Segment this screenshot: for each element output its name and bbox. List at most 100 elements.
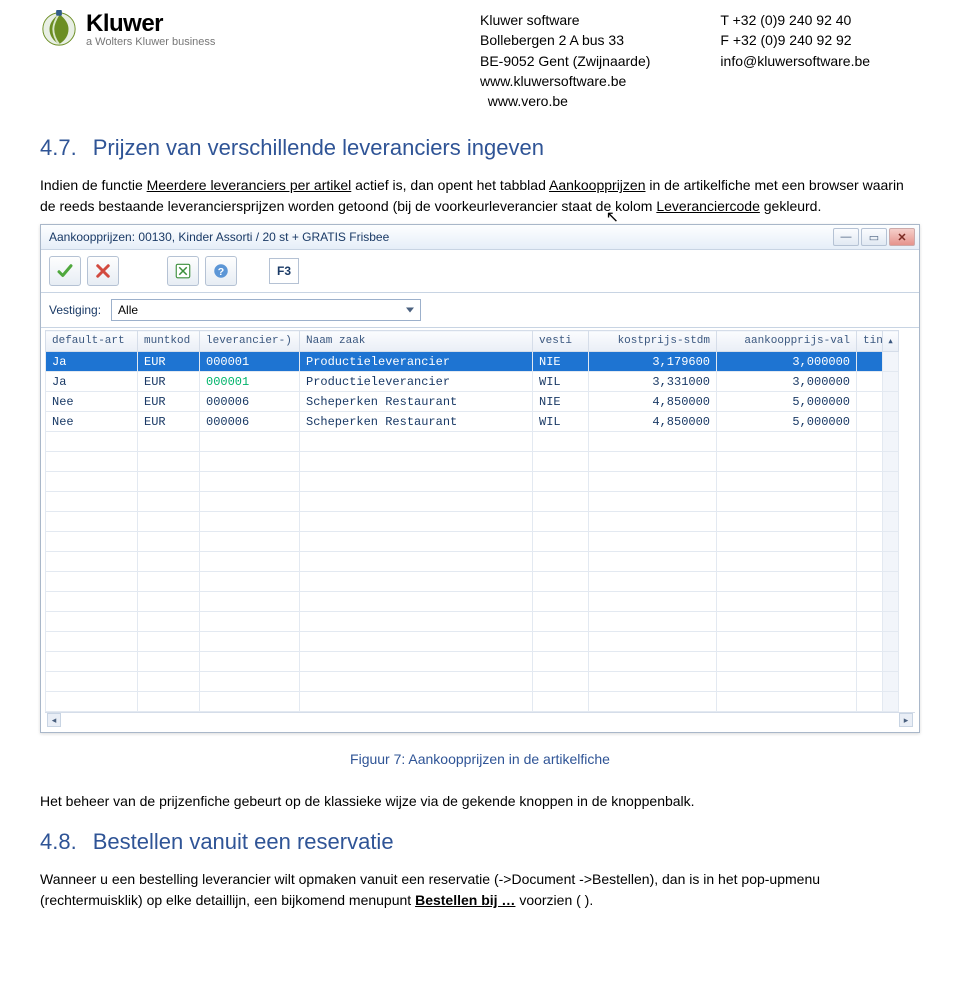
vscroll-up-cell[interactable]: ▴ — [883, 331, 899, 352]
col-tin[interactable]: tin — [857, 331, 883, 352]
cell-def: Ja — [46, 352, 138, 372]
section-4-7-paragraph: Indien de functie Meerdere leveranciers … — [40, 175, 920, 216]
checkmark-icon — [56, 262, 74, 280]
horizontal-scrollbar[interactable]: ◂ ▸ — [45, 712, 915, 728]
page-header: Kluwer a Wolters Kluwer business Kluwer … — [40, 10, 920, 111]
excel-icon — [174, 262, 192, 280]
cell-aank: 5,000000 — [717, 412, 857, 432]
close-button[interactable]: ✕ — [889, 228, 915, 246]
grid-header-row: default-art muntkod leverancier-) Naam z… — [46, 331, 899, 352]
link-aankoopprijzen: Aankoopprijzen — [549, 177, 646, 193]
cell-vest: WIL — [533, 412, 589, 432]
section-4-8-heading: 4.8. Bestellen vanuit een reservatie — [40, 829, 920, 855]
help-button[interactable]: ? — [205, 256, 237, 286]
col-leverancier[interactable]: leverancier-) — [200, 331, 300, 352]
filter-row: Vestiging: Alle — [41, 293, 919, 328]
table-row[interactable]: NeeEUR000006Scheperken RestaurantNIE4,85… — [46, 392, 899, 412]
data-grid-frame: default-art muntkod leverancier-) Naam z… — [41, 328, 919, 732]
cell-kost: 3,179600 — [589, 352, 717, 372]
cell-munt: EUR — [138, 392, 200, 412]
vscroll-gutter — [883, 392, 899, 412]
aankoopprijzen-window: ↖ Aankoopprijzen: 00130, Kinder Assorti … — [40, 224, 920, 733]
cell-lev: 000006 — [200, 412, 300, 432]
table-row[interactable]: NeeEUR000006Scheperken RestaurantWIL4,85… — [46, 412, 899, 432]
table-row-empty — [46, 612, 899, 632]
vestiging-value: Alle — [118, 303, 138, 317]
window-title: Aankoopprijzen: 00130, Kinder Assorti / … — [49, 230, 389, 244]
table-row-empty — [46, 512, 899, 532]
table-row-empty — [46, 472, 899, 492]
vscroll-gutter — [883, 412, 899, 432]
svg-text:?: ? — [218, 266, 224, 278]
cell-kost: 4,850000 — [589, 392, 717, 412]
vestiging-combobox[interactable]: Alle — [111, 299, 421, 321]
hscroll-left-icon[interactable]: ◂ — [47, 713, 61, 727]
cancel-button[interactable] — [87, 256, 119, 286]
section-4-7-title: Prijzen van verschillende leveranciers i… — [93, 135, 544, 161]
col-naam-zaak[interactable]: Naam zaak — [300, 331, 533, 352]
cell-naam: Scheperken Restaurant — [300, 412, 533, 432]
vscroll-gutter — [883, 352, 899, 372]
vestiging-label: Vestiging: — [49, 303, 101, 317]
cell-kost: 4,850000 — [589, 412, 717, 432]
link-bestellen-bij: Bestellen bij … — [415, 892, 515, 908]
table-row-empty — [46, 532, 899, 552]
table-row-empty — [46, 692, 899, 712]
cell-lev: 000001 — [200, 352, 300, 372]
table-row-empty — [46, 632, 899, 652]
cell-aank: 3,000000 — [717, 352, 857, 372]
cell-def: Ja — [46, 372, 138, 392]
cell-vest: NIE — [533, 352, 589, 372]
table-row[interactable]: JaEUR000001ProductieleverancierNIE3,1796… — [46, 352, 899, 372]
mouse-cursor-icon: ↖ — [606, 207, 619, 227]
section-4-7-number: 4.7. — [40, 135, 77, 161]
logo-block: Kluwer a Wolters Kluwer business — [40, 10, 480, 48]
cell-vest: NIE — [533, 392, 589, 412]
x-icon — [94, 262, 112, 280]
table-row-empty — [46, 672, 899, 692]
col-aankoopprijs[interactable]: aankoopprijs-val — [717, 331, 857, 352]
excel-export-button[interactable] — [167, 256, 199, 286]
maximize-button[interactable]: ▭ — [861, 228, 887, 246]
contact-phones: T +32 (0)9 240 92 40 F +32 (0)9 240 92 9… — [720, 10, 870, 111]
cell-munt: EUR — [138, 412, 200, 432]
col-vestiging[interactable]: vesti — [533, 331, 589, 352]
kluwer-logo-icon — [40, 10, 78, 48]
cell-def: Nee — [46, 412, 138, 432]
cell-vest: WIL — [533, 372, 589, 392]
brand-name: Kluwer — [86, 10, 215, 38]
table-row-empty — [46, 592, 899, 612]
table-row-empty — [46, 432, 899, 452]
cell-naam: Scheperken Restaurant — [300, 392, 533, 412]
section-4-8-title: Bestellen vanuit een reservatie — [93, 829, 394, 855]
cell-tin — [857, 372, 883, 392]
cell-munt: EUR — [138, 372, 200, 392]
minimize-button[interactable]: — — [833, 228, 859, 246]
aankoopprijzen-table[interactable]: default-art muntkod leverancier-) Naam z… — [45, 330, 899, 712]
hscroll-right-icon[interactable]: ▸ — [899, 713, 913, 727]
cell-def: Nee — [46, 392, 138, 412]
section-4-8-paragraph: Wanneer u een bestelling leverancier wil… — [40, 869, 920, 910]
paragraph-after-figure: Het beheer van de prijzenfiche gebeurt o… — [40, 791, 920, 811]
link-meerdere-leveranciers: Meerdere leveranciers per artikel — [147, 177, 352, 193]
cell-naam: Productieleverancier — [300, 352, 533, 372]
col-default-art[interactable]: default-art — [46, 331, 138, 352]
cell-naam: Productieleverancier — [300, 372, 533, 392]
cell-tin — [857, 352, 883, 372]
col-kostprijs[interactable]: kostprijs-stdm — [589, 331, 717, 352]
ok-button[interactable] — [49, 256, 81, 286]
section-4-7-heading: 4.7. Prijzen van verschillende leveranci… — [40, 135, 920, 161]
col-muntkod[interactable]: muntkod — [138, 331, 200, 352]
cell-tin — [857, 392, 883, 412]
window-titlebar: Aankoopprijzen: 00130, Kinder Assorti / … — [41, 225, 919, 250]
f3-shortcut-label[interactable]: F3 — [269, 258, 299, 284]
window-controls: — ▭ ✕ — [833, 228, 915, 246]
table-row-empty — [46, 552, 899, 572]
logo-text: Kluwer a Wolters Kluwer business — [86, 10, 215, 48]
cell-aank: 3,000000 — [717, 372, 857, 392]
contact-info: Kluwer software Bollebergen 2 A bus 33 B… — [480, 10, 870, 111]
cell-tin — [857, 412, 883, 432]
cell-lev: 000006 — [200, 392, 300, 412]
table-row[interactable]: JaEUR000001ProductieleverancierWIL3,3310… — [46, 372, 899, 392]
cell-aank: 5,000000 — [717, 392, 857, 412]
